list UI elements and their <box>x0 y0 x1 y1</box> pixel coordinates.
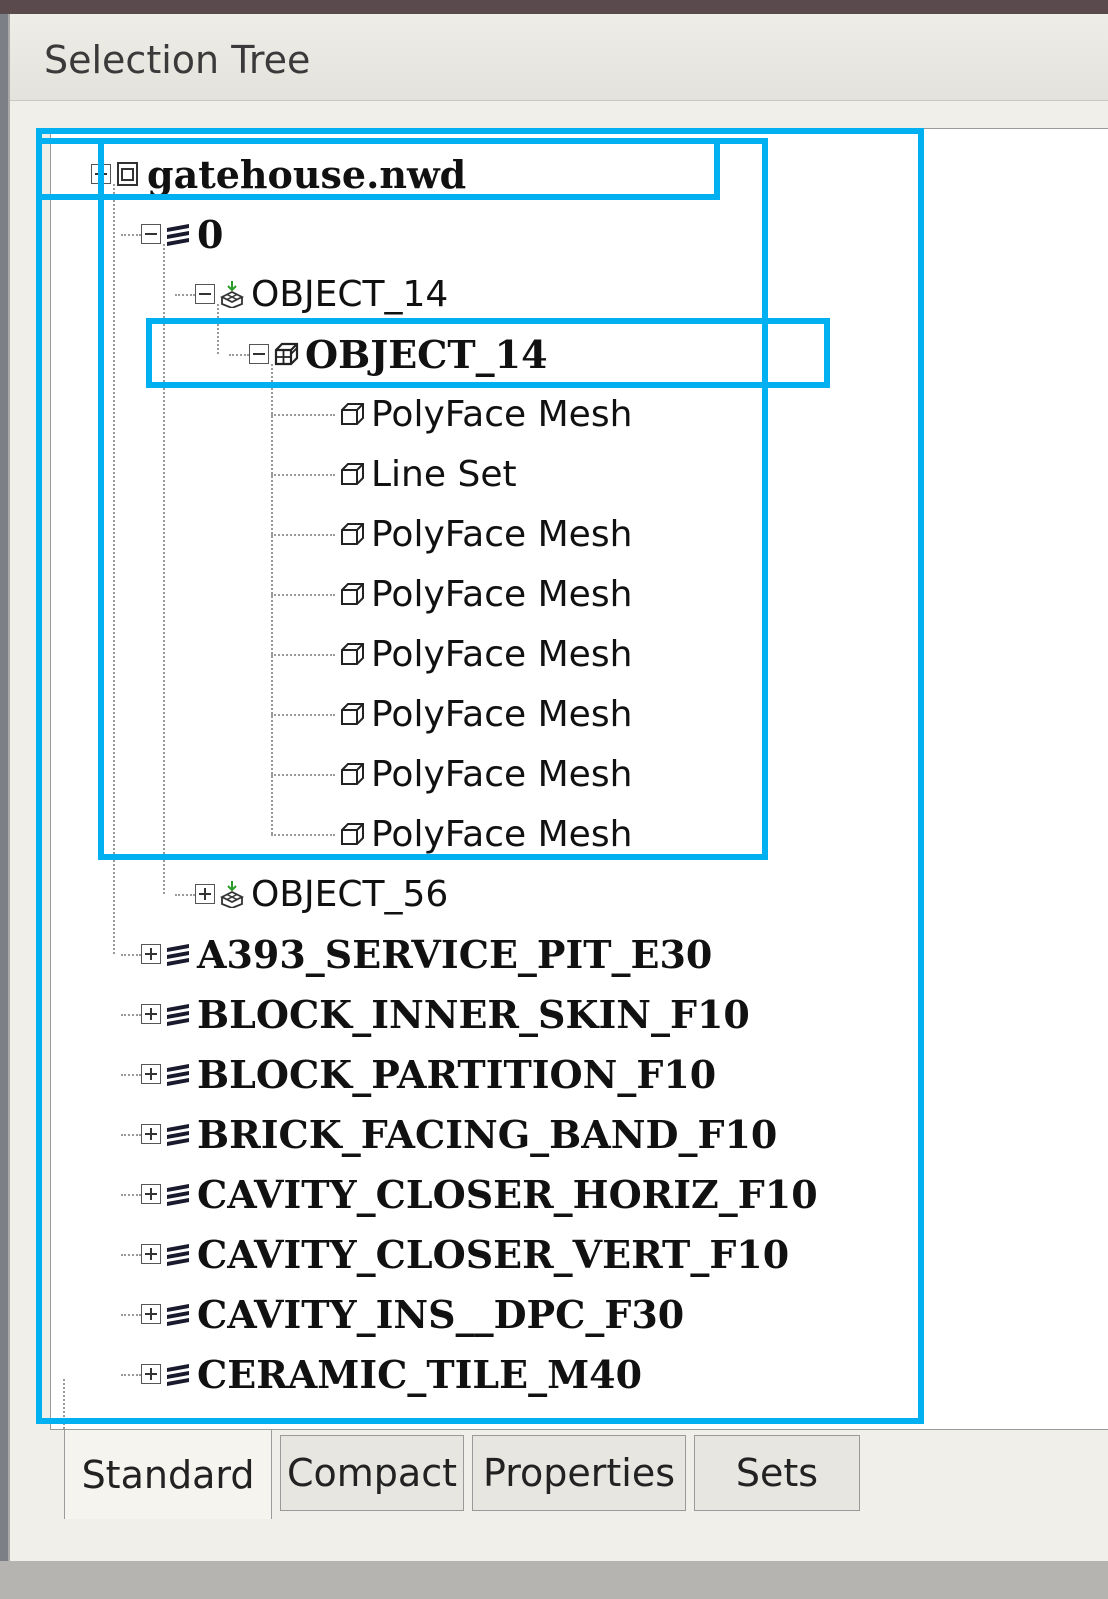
tab-standard[interactable]: Standard <box>64 1429 272 1519</box>
tab-compact-label: Compact <box>287 1451 457 1495</box>
tab-properties-label: Properties <box>482 1451 676 1495</box>
tab-bar: Standard Compact Properties Sets <box>52 1425 1108 1521</box>
tab-sets[interactable]: Sets <box>694 1435 860 1511</box>
highlight-box-object14 <box>146 318 830 388</box>
highlight-box-object <box>98 138 768 860</box>
tab-standard-label: Standard <box>81 1452 255 1497</box>
tab-sets-label: Sets <box>735 1451 819 1495</box>
tab-properties[interactable]: Properties <box>472 1435 686 1511</box>
window-bottom-edge <box>0 1561 1108 1599</box>
tab-compact[interactable]: Compact <box>280 1435 464 1511</box>
